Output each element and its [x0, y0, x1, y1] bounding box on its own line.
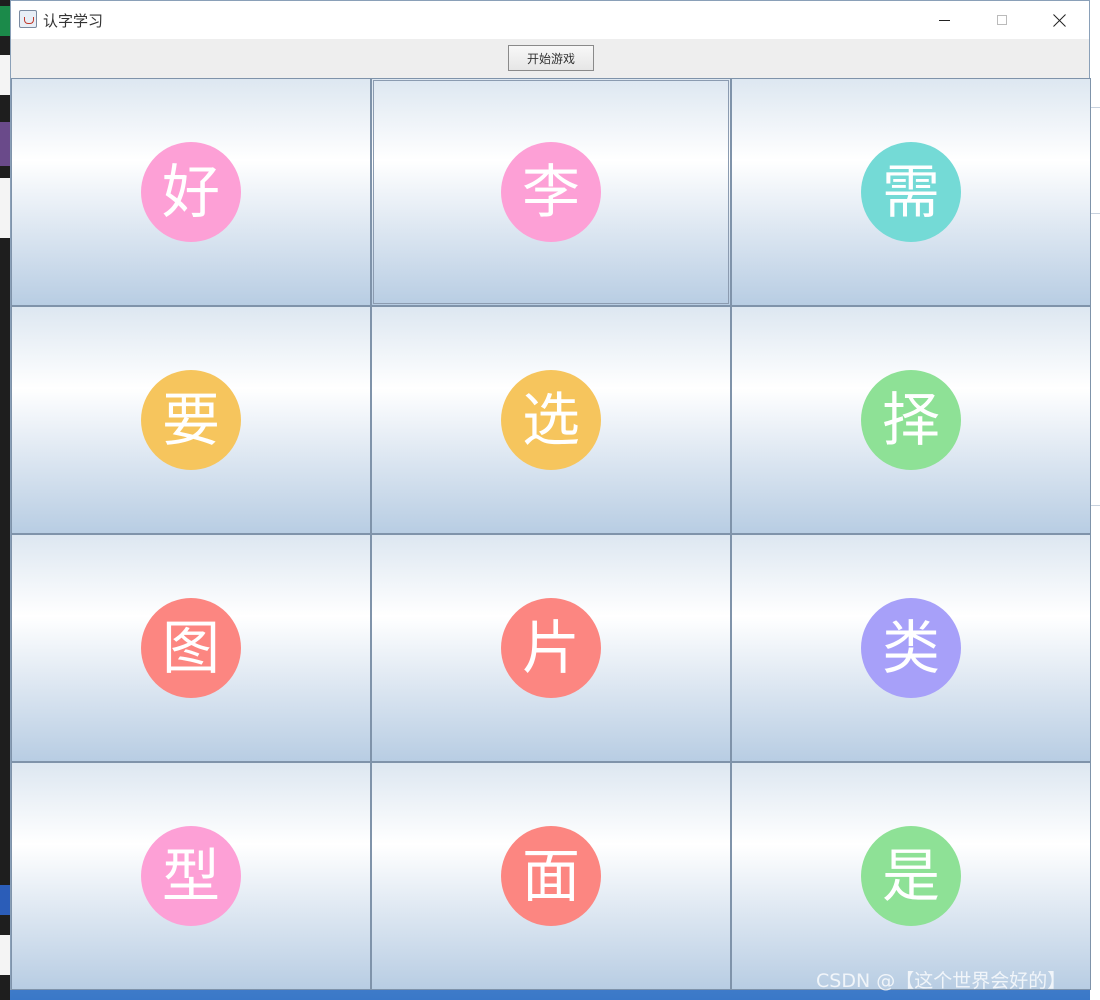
desktop-left-strip	[0, 0, 10, 1000]
character-circle: 图	[141, 598, 241, 698]
character-circle: 型	[141, 826, 241, 926]
window-title: 认字学习	[43, 12, 104, 30]
maximize-button[interactable]	[973, 1, 1031, 39]
character-circle: 择	[861, 370, 961, 470]
character-card-button[interactable]: 李	[371, 78, 731, 306]
java-coffee-icon	[19, 10, 37, 28]
title-bar[interactable]: 认字学习	[11, 1, 1089, 39]
desktop-app-icon[interactable]	[0, 122, 10, 166]
character-card-button[interactable]: 要	[11, 306, 371, 534]
desktop-right-strip	[1090, 0, 1100, 1000]
character-circle: 选	[501, 370, 601, 470]
character-card-button[interactable]: 型	[11, 762, 371, 990]
character-circle: 李	[501, 142, 601, 242]
character-circle: 是	[861, 826, 961, 926]
character-circle: 片	[501, 598, 601, 698]
desktop-app-icon[interactable]	[0, 6, 10, 36]
desktop-app-icon[interactable]	[0, 178, 10, 238]
character-circle: 类	[861, 598, 961, 698]
character-card-button[interactable]: 面	[371, 762, 731, 990]
character-card-button[interactable]: 图	[11, 534, 371, 762]
desktop-app-icon[interactable]	[0, 885, 10, 915]
desktop-app-icon[interactable]	[0, 55, 10, 95]
character-card-button[interactable]: 需	[731, 78, 1091, 306]
character-card-button[interactable]: 选	[371, 306, 731, 534]
close-icon	[1053, 13, 1067, 27]
character-card-button[interactable]: 择	[731, 306, 1091, 534]
watermark: CSDN @【这个世界会好的】	[816, 970, 1067, 992]
character-circle: 好	[141, 142, 241, 242]
minimize-button[interactable]	[915, 1, 973, 39]
character-circle: 需	[861, 142, 961, 242]
character-grid: 好 李 需要 选 择图 片 类型 面 是	[11, 78, 1091, 990]
close-button[interactable]	[1031, 1, 1089, 39]
start-game-button[interactable]: 开始游戏	[508, 45, 594, 71]
minimize-icon	[938, 19, 950, 21]
toolbar: 开始游戏	[11, 39, 1089, 78]
desktop-app-icon[interactable]	[0, 935, 10, 975]
character-circle: 要	[141, 370, 241, 470]
app-window: 认字学习 开始游戏 好 李 需要 选 择图 片 类型 面 是	[10, 0, 1091, 990]
character-circle: 面	[501, 826, 601, 926]
character-card-button[interactable]: 是	[731, 762, 1091, 990]
maximize-icon	[997, 15, 1007, 25]
character-card-button[interactable]: 类	[731, 534, 1091, 762]
character-card-button[interactable]: 好	[11, 78, 371, 306]
character-card-button[interactable]: 片	[371, 534, 731, 762]
